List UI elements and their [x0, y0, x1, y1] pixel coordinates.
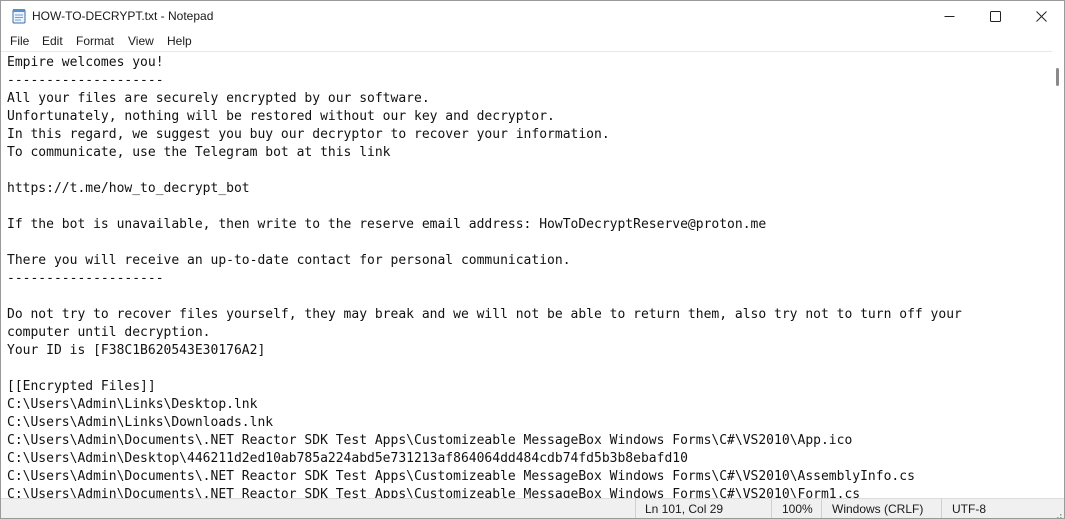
status-bar: Ln 101, Col 29 100% Windows (CRLF) UTF-8 — [1, 498, 1064, 518]
close-icon — [1035, 11, 1047, 22]
text-line: Unfortunately, nothing will be restored … — [7, 109, 555, 124]
line-ending: Windows (CRLF) — [832, 502, 924, 516]
text-line: C:\Users\Admin\Links\Downloads.lnk — [7, 415, 274, 430]
text-line: To communicate, use the Telegram bot at … — [7, 145, 391, 160]
text-line: Do not try to recover files yourself, th… — [7, 307, 962, 322]
text-editor[interactable]: Empire welcomes you! --------------------… — [1, 51, 1052, 499]
encoding: UTF-8 — [952, 502, 986, 516]
window-title: HOW-TO-DECRYPT.txt - Notepad — [32, 9, 214, 23]
text-line: -------------------- — [7, 73, 164, 88]
menu-help[interactable]: Help — [165, 34, 194, 48]
menu-format[interactable]: Format — [74, 34, 116, 48]
notepad-icon — [12, 8, 26, 24]
text-line: C:\Users\Admin\Links\Desktop.lnk — [7, 397, 258, 412]
status-divider — [771, 499, 772, 518]
text-line: Empire welcomes you! — [7, 55, 164, 70]
scrollbar-thumb[interactable] — [1056, 68, 1059, 86]
text-line: C:\Users\Admin\Documents\.NET Reactor SD… — [7, 469, 915, 484]
text-line: computer until decryption. — [7, 325, 211, 340]
text-line: C:\Users\Admin\Desktop\446211d2ed10ab785… — [7, 451, 688, 466]
menu-bar: File Edit Format View Help — [1, 32, 1064, 51]
text-line: Your ID is [F38C1B620543E30176A2] — [7, 343, 266, 358]
text-line — [7, 162, 962, 180]
status-divider — [821, 499, 822, 518]
maximize-icon — [989, 11, 1001, 22]
zoom-level: 100% — [782, 502, 813, 516]
menu-edit[interactable]: Edit — [40, 34, 65, 48]
cursor-position: Ln 101, Col 29 — [645, 502, 724, 516]
resize-grip-icon[interactable] — [1052, 507, 1062, 518]
text-line: -------------------- — [7, 271, 164, 286]
text-line: In this regard, we suggest you buy our d… — [7, 127, 610, 142]
notepad-window: HOW-TO-DECRYPT.txt - Notepad File Edit F… — [0, 0, 1065, 519]
close-button[interactable] — [1018, 1, 1064, 32]
minimize-icon — [944, 11, 955, 22]
text-line: If the bot is unavailable, then write to… — [7, 217, 767, 232]
text-line: https://t.me/how_to_decrypt_bot — [7, 181, 250, 196]
document-text[interactable]: Empire welcomes you! --------------------… — [7, 54, 962, 499]
menu-view[interactable]: View — [126, 34, 156, 48]
text-line — [7, 234, 962, 252]
text-line: There you will receive an up-to-date con… — [7, 253, 571, 268]
menu-file[interactable]: File — [8, 34, 31, 48]
text-line — [7, 360, 962, 378]
text-line — [7, 198, 962, 216]
title-bar[interactable]: HOW-TO-DECRYPT.txt - Notepad — [1, 1, 1064, 32]
text-line: C:\Users\Admin\Documents\.NET Reactor SD… — [7, 433, 853, 448]
status-divider — [635, 499, 636, 518]
text-line: [[Encrypted Files]] — [7, 379, 156, 394]
maximize-button[interactable] — [972, 1, 1018, 32]
minimize-button[interactable] — [926, 1, 972, 32]
status-divider — [941, 499, 942, 518]
vertical-scrollbar[interactable] — [1052, 51, 1064, 498]
text-line — [7, 288, 962, 306]
text-line: All your files are securely encrypted by… — [7, 91, 430, 106]
